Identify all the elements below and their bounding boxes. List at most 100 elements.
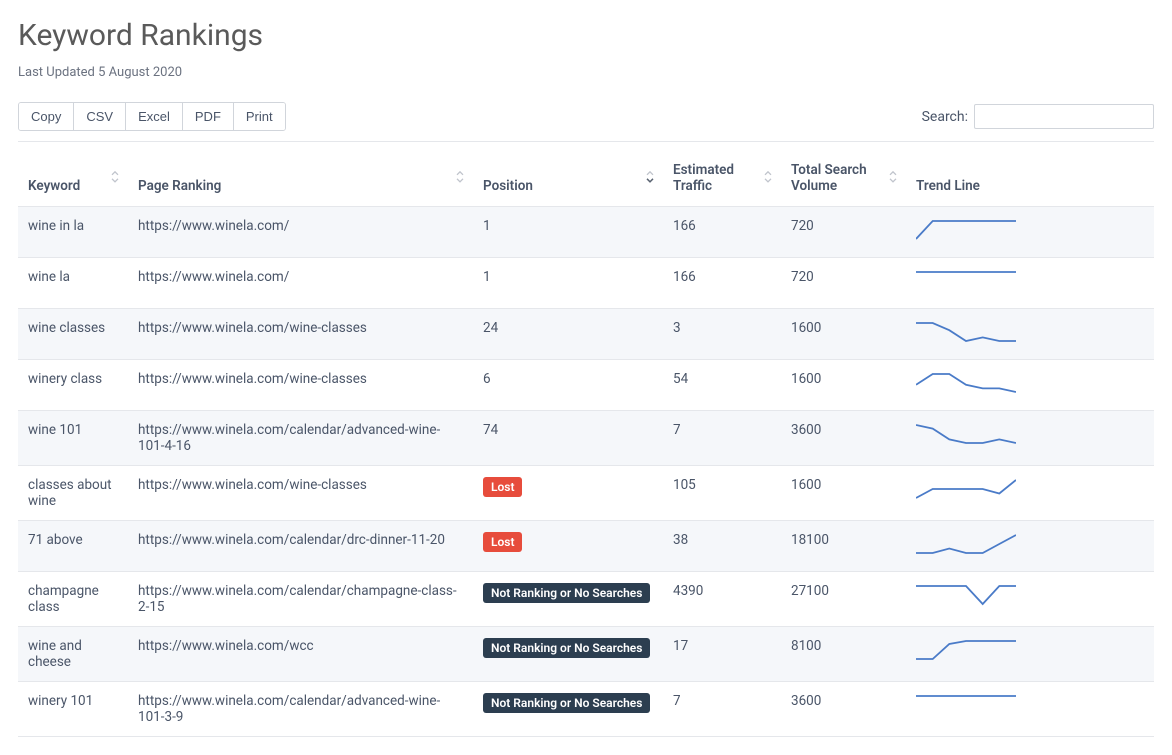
cell-total-search-volume: 3600	[781, 411, 906, 466]
cell-position: 74	[473, 411, 663, 466]
header-keyword-label: Keyword	[28, 178, 80, 194]
cell-trend-line	[906, 572, 1154, 627]
sort-desc-icon	[645, 170, 655, 184]
header-trend-label: Trend Line	[916, 178, 980, 194]
cell-keyword: champagne class	[18, 572, 128, 627]
export-button-group: Copy CSV Excel PDF Print	[18, 102, 286, 131]
cell-estimated-traffic: 4390	[663, 572, 781, 627]
cell-keyword: 71 above	[18, 521, 128, 572]
cell-total-search-volume: 1600	[781, 466, 906, 521]
cell-page-ranking: https://www.winela.com/wine-classes	[128, 309, 473, 360]
header-keyword[interactable]: Keyword	[18, 142, 128, 207]
keyword-table: Keyword Page Ranking Position Estimated …	[18, 141, 1154, 737]
cell-position: Not Ranking or No Searches	[473, 682, 663, 737]
table-row: 71 abovehttps://www.winela.com/calendar/…	[18, 521, 1154, 572]
cell-trend-line	[906, 411, 1154, 466]
cell-estimated-traffic: 38	[663, 521, 781, 572]
last-updated-text: Last Updated 5 August 2020	[18, 65, 1154, 80]
table-row: wine and cheesehttps://www.winela.com/wc…	[18, 627, 1154, 682]
header-volume-label: Total Search Volume	[791, 162, 867, 194]
cell-page-ranking: https://www.winela.com/	[128, 258, 473, 309]
sort-icon	[763, 170, 773, 184]
csv-button[interactable]: CSV	[74, 103, 126, 130]
sparkline-chart	[916, 583, 1016, 607]
not-ranking-badge: Not Ranking or No Searches	[483, 583, 650, 603]
cell-total-search-volume: 720	[781, 207, 906, 258]
cell-trend-line	[906, 627, 1154, 682]
cell-estimated-traffic: 7	[663, 411, 781, 466]
cell-total-search-volume: 18100	[781, 521, 906, 572]
sparkline-chart	[916, 638, 1016, 662]
lost-badge: Lost	[483, 532, 522, 552]
cell-page-ranking: https://www.winela.com/	[128, 207, 473, 258]
cell-total-search-volume: 8100	[781, 627, 906, 682]
cell-keyword: classes about wine	[18, 466, 128, 521]
cell-keyword: wine la	[18, 258, 128, 309]
page-title: Keyword Rankings	[18, 18, 1154, 53]
cell-trend-line	[906, 258, 1154, 309]
cell-page-ranking: https://www.winela.com/wine-classes	[128, 466, 473, 521]
cell-keyword: wine in la	[18, 207, 128, 258]
cell-keyword: winery class	[18, 360, 128, 411]
sort-icon	[455, 170, 465, 184]
header-page-ranking[interactable]: Page Ranking	[128, 142, 473, 207]
table-row: wine 101https://www.winela.com/calendar/…	[18, 411, 1154, 466]
sparkline-chart	[916, 477, 1016, 501]
sparkline-chart	[916, 320, 1016, 344]
cell-keyword: wine classes	[18, 309, 128, 360]
cell-page-ranking: https://www.winela.com/calendar/advanced…	[128, 682, 473, 737]
search-input[interactable]	[974, 104, 1154, 129]
print-button[interactable]: Print	[234, 103, 285, 130]
cell-page-ranking: https://www.winela.com/calendar/champagn…	[128, 572, 473, 627]
table-row: wine in lahttps://www.winela.com/1166720	[18, 207, 1154, 258]
sparkline-chart	[916, 422, 1016, 446]
table-row: wine lahttps://www.winela.com/1166720	[18, 258, 1154, 309]
table-row: champagne classhttps://www.winela.com/ca…	[18, 572, 1154, 627]
cell-trend-line	[906, 360, 1154, 411]
cell-position: 24	[473, 309, 663, 360]
cell-page-ranking: https://www.winela.com/wcc	[128, 627, 473, 682]
cell-position: Not Ranking or No Searches	[473, 572, 663, 627]
cell-total-search-volume: 3600	[781, 682, 906, 737]
sparkline-chart	[916, 532, 1016, 556]
header-total-search-volume[interactable]: Total Search Volume	[781, 142, 906, 207]
header-page-label: Page Ranking	[138, 178, 221, 194]
cell-estimated-traffic: 166	[663, 207, 781, 258]
cell-total-search-volume: 1600	[781, 309, 906, 360]
sparkline-chart	[916, 371, 1016, 395]
cell-total-search-volume: 1600	[781, 360, 906, 411]
cell-trend-line	[906, 521, 1154, 572]
copy-button[interactable]: Copy	[19, 103, 74, 130]
table-row: winery classhttps://www.winela.com/wine-…	[18, 360, 1154, 411]
table-row: wine classeshttps://www.winela.com/wine-…	[18, 309, 1154, 360]
header-position[interactable]: Position	[473, 142, 663, 207]
cell-keyword: wine and cheese	[18, 627, 128, 682]
cell-estimated-traffic: 3	[663, 309, 781, 360]
sparkline-chart	[916, 218, 1016, 242]
pdf-button[interactable]: PDF	[183, 103, 234, 130]
sparkline-chart	[916, 693, 1016, 717]
cell-estimated-traffic: 105	[663, 466, 781, 521]
cell-keyword: winery 101	[18, 682, 128, 737]
cell-estimated-traffic: 166	[663, 258, 781, 309]
cell-trend-line	[906, 207, 1154, 258]
cell-position: 6	[473, 360, 663, 411]
cell-estimated-traffic: 17	[663, 627, 781, 682]
table-row: classes about winehttps://www.winela.com…	[18, 466, 1154, 521]
cell-page-ranking: https://www.winela.com/calendar/advanced…	[128, 411, 473, 466]
cell-total-search-volume: 27100	[781, 572, 906, 627]
header-estimated-traffic[interactable]: Estimated Traffic	[663, 142, 781, 207]
header-position-label: Position	[483, 178, 533, 194]
header-trend-line[interactable]: Trend Line	[906, 142, 1154, 207]
not-ranking-badge: Not Ranking or No Searches	[483, 693, 650, 713]
cell-position: 1	[473, 207, 663, 258]
excel-button[interactable]: Excel	[126, 103, 183, 130]
cell-estimated-traffic: 7	[663, 682, 781, 737]
search-label: Search:	[922, 109, 968, 125]
sparkline-chart	[916, 269, 1016, 293]
cell-page-ranking: https://www.winela.com/calendar/drc-dinn…	[128, 521, 473, 572]
cell-page-ranking: https://www.winela.com/wine-classes	[128, 360, 473, 411]
cell-keyword: wine 101	[18, 411, 128, 466]
cell-position: Not Ranking or No Searches	[473, 627, 663, 682]
cell-trend-line	[906, 309, 1154, 360]
